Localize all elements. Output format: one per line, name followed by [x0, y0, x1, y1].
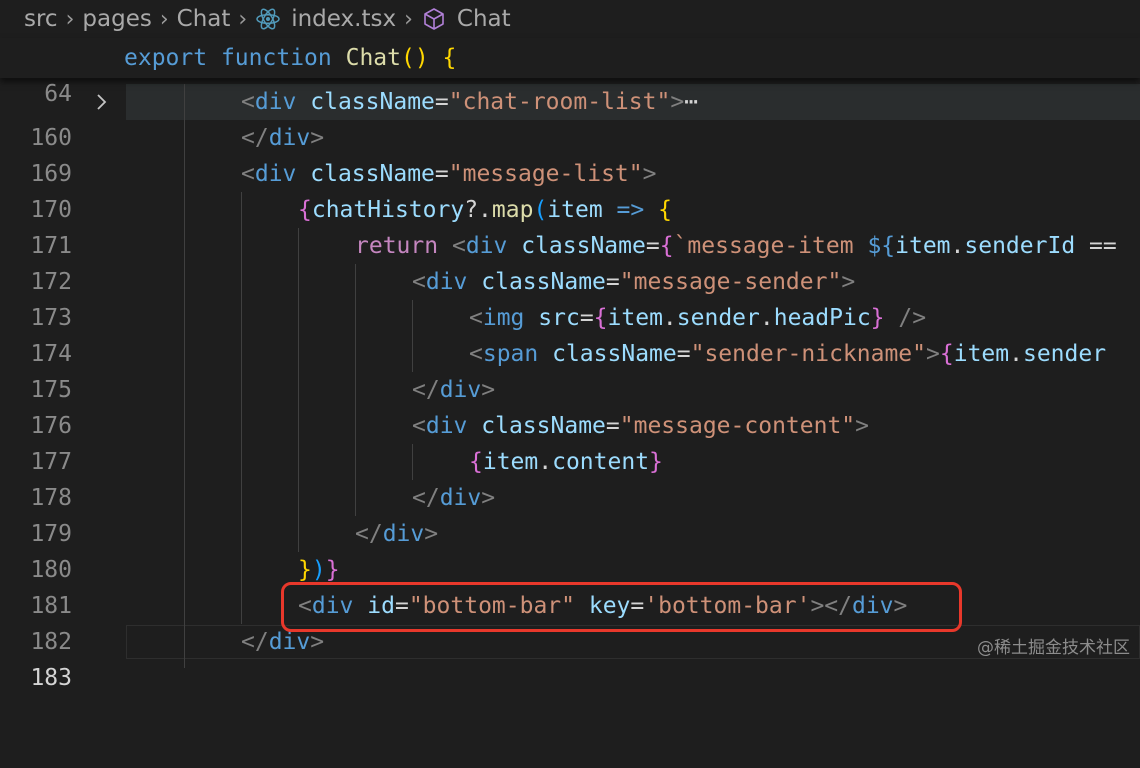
symbol-box-icon: [421, 6, 447, 32]
line-number: 64: [44, 81, 72, 107]
code-text: <span className="sender-nickname">{item.…: [469, 341, 1107, 367]
line-number: 183: [30, 665, 72, 691]
code-editor[interactable]: 160 <div className="chat-room-list">⋯ 16…: [0, 84, 1140, 691]
chevron-right-icon: ›: [159, 6, 169, 32]
sticky-line[interactable]: 64 export function Chat() {: [0, 40, 1140, 107]
chevron-right-icon: ›: [404, 6, 413, 32]
code-text: {chatHistory?.map(item => {: [298, 197, 672, 223]
code-line[interactable]: 180 </div>: [0, 516, 1140, 583]
breadcrumb-item-pages[interactable]: pages: [82, 6, 151, 32]
react-icon: [255, 6, 281, 32]
code-line[interactable]: 173 <div className="message-sender">: [0, 264, 1140, 331]
code-text: {item.content}: [469, 449, 663, 475]
code-text: </div>: [241, 125, 325, 151]
sticky-code: export function Chat() {: [124, 45, 457, 71]
code-text: <div className="message-sender">: [412, 269, 856, 295]
breadcrumb: src › pages › Chat › index.tsx › Chat: [0, 0, 1140, 38]
code-line[interactable]: 177 <div className="message-content">: [0, 408, 1140, 475]
code-line[interactable]: 179 </div>: [0, 480, 1140, 547]
code-text: </div>: [355, 521, 439, 547]
code-text: <div className="message-content">: [412, 413, 870, 439]
code-text: <div className="chat-room-list">⋯: [241, 89, 699, 115]
code-line[interactable]: 160 <div className="chat-room-list">⋯: [0, 84, 1140, 151]
watermark: @稀土掘金技术社区: [977, 638, 1130, 658]
code-line[interactable]: 178 {item.content}: [0, 444, 1140, 511]
code-line[interactable]: 172 return <div className={`message-item…: [0, 228, 1140, 295]
breadcrumb-item-chat-folder[interactable]: Chat: [177, 6, 231, 32]
chevron-right-icon: ›: [238, 6, 248, 32]
code-text: return <div className={`message-item ${i…: [355, 233, 1117, 259]
code-line[interactable]: 175 <span className="sender-nickname">{i…: [0, 336, 1140, 403]
code-text: </div>: [412, 377, 496, 403]
code-text: <div className="message-list">: [241, 161, 657, 187]
code-line[interactable]: 176 </div>: [0, 372, 1140, 439]
code-line[interactable]: 174 <img src={item.sender.headPic} />: [0, 300, 1140, 367]
code-text: <img src={item.sender.headPic} />: [469, 305, 927, 331]
code-text: </div>: [412, 485, 496, 511]
breadcrumb-item-symbol[interactable]: Chat: [457, 6, 511, 32]
code-line[interactable]: 170 <div className="message-list">: [0, 156, 1140, 223]
breadcrumb-item-file[interactable]: index.tsx: [291, 6, 396, 32]
code-line[interactable]: 169 </div>: [0, 120, 1140, 187]
highlight-annotation-box: [281, 582, 962, 632]
code-line[interactable]: 171 {chatHistory?.map(item => {: [0, 192, 1140, 259]
sticky-scroll-header[interactable]: 64 export function Chat() {: [0, 38, 1140, 107]
breadcrumb-item-src[interactable]: src: [24, 6, 58, 32]
chevron-right-icon: ›: [65, 6, 75, 32]
chevron-right-icon[interactable]: [92, 84, 112, 120]
